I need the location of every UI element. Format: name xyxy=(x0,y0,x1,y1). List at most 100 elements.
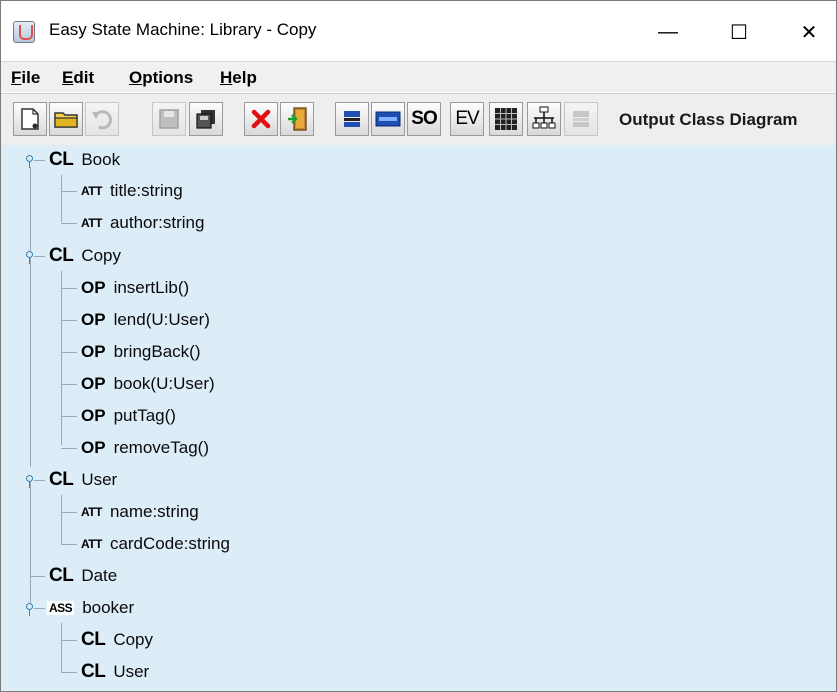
tree-root-line-2 xyxy=(30,477,31,605)
tree-connector xyxy=(61,544,77,545)
attribute-label: author:string xyxy=(109,213,205,232)
tree-op-puttag[interactable]: OP putTag() xyxy=(81,401,176,431)
tree-attr-name[interactable]: ATT name:string xyxy=(81,497,199,527)
tree-connector xyxy=(61,512,77,513)
tree-connector xyxy=(61,416,77,417)
tree-connector xyxy=(61,640,77,641)
close-button[interactable]: ✕ xyxy=(779,11,836,53)
attribute-label: title:string xyxy=(109,181,183,200)
tree-op-book[interactable]: OP book(U:User) xyxy=(81,369,215,399)
class-label: User xyxy=(81,470,118,489)
class-badge: CL xyxy=(81,629,106,650)
minimize-button[interactable]: — xyxy=(638,11,698,53)
maximize-button[interactable]: ☐ xyxy=(709,11,769,53)
tree-connector xyxy=(61,448,77,449)
open-button[interactable] xyxy=(49,102,83,136)
operation-label: book(U:User) xyxy=(113,374,215,393)
class-label: Copy xyxy=(113,630,154,649)
new-document-icon xyxy=(21,108,39,130)
operation-label: bringBack() xyxy=(113,342,201,361)
operation-badge: OP xyxy=(81,438,106,457)
tree-class-user[interactable]: CL User xyxy=(49,465,117,495)
class-label: Date xyxy=(81,566,118,585)
copy-button[interactable] xyxy=(189,102,223,136)
table-icon xyxy=(495,108,517,130)
tree-connector xyxy=(61,320,77,321)
delete-button[interactable] xyxy=(244,102,278,136)
table-button[interactable] xyxy=(489,102,523,136)
tree-connector xyxy=(61,672,77,673)
attribute-label: cardCode:string xyxy=(109,534,230,553)
operation-badge: OP xyxy=(81,310,106,329)
tree-connector xyxy=(61,352,77,353)
class-label: User xyxy=(113,662,150,681)
tree-class-copy[interactable]: CL Copy xyxy=(49,241,121,271)
tree-branch-line xyxy=(61,175,62,222)
tree-branch-line xyxy=(61,495,62,544)
tree-assoc-class-copy[interactable]: CL Copy xyxy=(81,625,153,655)
menu-file[interactable]: File xyxy=(11,68,40,88)
menu-bar: File Edit Options Help xyxy=(1,61,836,92)
tree-connector xyxy=(61,384,77,385)
undo-button[interactable] xyxy=(85,102,119,136)
tree-attr-cardcode[interactable]: ATT cardCode:string xyxy=(81,529,230,559)
tree-connector xyxy=(61,288,77,289)
attribute-badge: ATT xyxy=(81,216,102,230)
tree-class-date[interactable]: CL Date xyxy=(49,561,117,591)
ev-button[interactable]: EV xyxy=(450,102,484,136)
tree-class-book[interactable]: CL Book xyxy=(49,145,120,175)
attribute-badge: ATT xyxy=(81,505,102,519)
copy-icon xyxy=(196,110,215,129)
open-folder-icon xyxy=(54,112,78,128)
save-button[interactable] xyxy=(152,102,186,136)
operation-badge: OP xyxy=(81,278,106,297)
tree-attr-author[interactable]: ATT author:string xyxy=(81,208,204,238)
tree-assoc-class-user[interactable]: CL User xyxy=(81,657,149,687)
attribute-badge: ATT xyxy=(81,184,102,198)
diagram-button[interactable] xyxy=(564,102,598,136)
tree-branch-line xyxy=(61,623,62,672)
tree-branch-line xyxy=(61,271,62,445)
menu-help[interactable]: Help xyxy=(220,68,257,88)
class-badge: CL xyxy=(49,565,74,586)
so-button[interactable]: SO xyxy=(407,102,441,136)
output-class-diagram-label[interactable]: Output Class Diagram xyxy=(619,110,798,130)
class-tree: CL Book ATT title:string ATT author:stri… xyxy=(1,145,836,691)
operation-badge: OP xyxy=(81,374,106,393)
menu-options-label: ptions xyxy=(142,68,194,87)
tree-connector xyxy=(30,576,45,577)
association-label: booker xyxy=(82,598,135,617)
operation-label: putTag() xyxy=(113,406,176,425)
tree-op-bringback[interactable]: OP bringBack() xyxy=(81,337,200,367)
attribute-badge: ATT xyxy=(81,537,102,551)
tree-connector xyxy=(34,256,45,257)
tree-attr-title[interactable]: ATT title:string xyxy=(81,176,183,206)
menu-edit-label: dit xyxy=(73,68,95,87)
class-button[interactable] xyxy=(335,102,369,136)
operation-label: removeTag() xyxy=(113,438,209,457)
exit-button[interactable] xyxy=(280,102,314,136)
tree-association-booker[interactable]: ASS booker xyxy=(47,593,134,623)
operation-label: insertLib() xyxy=(113,278,190,297)
menu-options[interactable]: Options xyxy=(129,68,193,88)
entity-button[interactable] xyxy=(371,102,405,136)
class-label: Copy xyxy=(81,246,122,265)
tree-button[interactable] xyxy=(527,102,561,136)
entity-icon xyxy=(375,111,401,127)
tree-op-lend[interactable]: OP lend(U:User) xyxy=(81,305,210,335)
class-badge: CL xyxy=(49,149,74,170)
toolbar: SO EV Output Class Diagram xyxy=(1,93,836,146)
menu-file-mnemonic: F xyxy=(11,68,22,87)
attribute-label: name:string xyxy=(109,502,199,521)
window-title: Easy State Machine: Library - Copy xyxy=(49,20,317,39)
association-badge: ASS xyxy=(47,601,75,615)
operation-badge: OP xyxy=(81,406,106,425)
class-label: Book xyxy=(81,150,121,169)
new-button[interactable] xyxy=(13,102,47,136)
tree-connector xyxy=(34,480,45,481)
menu-edit[interactable]: Edit xyxy=(62,68,94,88)
title-bar: Easy State Machine: Library - Copy — ☐ ✕ xyxy=(1,1,836,61)
tree-op-removetag[interactable]: OP removeTag() xyxy=(81,433,209,463)
menu-options-mnemonic: O xyxy=(129,68,143,87)
tree-op-insertlib[interactable]: OP insertLib() xyxy=(81,273,189,303)
